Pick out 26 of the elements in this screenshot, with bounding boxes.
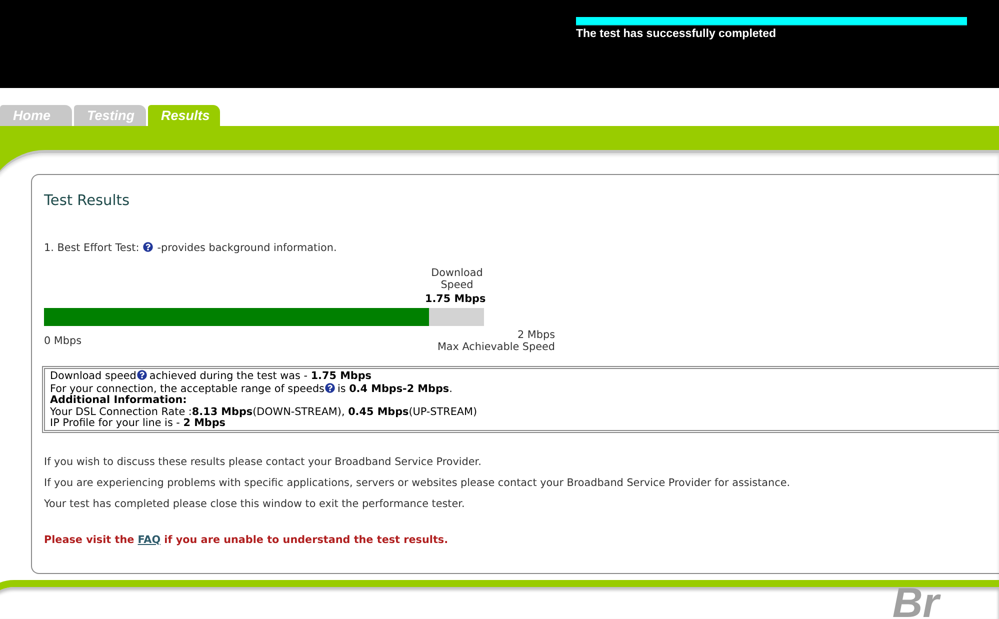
info-paragraph: Your test has completed please close this window to exit the performance tester. [44, 498, 465, 510]
results-title: Test Results [44, 192, 130, 210]
speed-reading: 1.75 Mbps [425, 293, 486, 305]
nav-tab[interactable]: Results [148, 105, 220, 126]
test-description: -provides background information. [157, 242, 337, 254]
faq-notice: Please visit the FAQ if you are unable to understand the test results. [44, 534, 448, 546]
info-text: Download speed [50, 370, 136, 382]
speed-label: Download Speed [430, 267, 484, 291]
info-heading: Additional Information: [50, 394, 187, 406]
test-heading: 1. Best Effort Test: [44, 242, 140, 254]
max-speed-label: 2 Mbps [518, 329, 555, 341]
help-icon[interactable] [325, 382, 336, 392]
min-speed-label: 0 Mbps [44, 335, 82, 347]
max-speed-caption: Max Achievable Speed [437, 341, 555, 353]
help-icon[interactable] [137, 370, 148, 380]
help-icon[interactable] [143, 242, 154, 252]
info-paragraph: If you wish to discuss these results please contact your Broadband Service Provider. [44, 456, 482, 468]
info-text: IP Profile for your line is - 2 Mbps [50, 417, 226, 429]
info-paragraph: If you are experiencing problems with specific applications, servers or websites please contact your Broadband Service Provider for assistance. [44, 476, 790, 488]
info-text: For your connection, the acceptable range of speeds [50, 382, 324, 394]
logo-text: Br [892, 587, 939, 619]
status-text: The test has successfully completed [576, 27, 776, 41]
info-text: is 0.4 Mbps-2 Mbps. [337, 382, 452, 394]
info-text: Your DSL Connection Rate :8.13 Mbps(DOWN-STREAM), 0.45 Mbps(UP-STREAM) [50, 406, 478, 418]
info-text: achieved during the test was - 1.75 Mbps [149, 370, 372, 382]
faq-link[interactable]: FAQ [138, 534, 161, 546]
